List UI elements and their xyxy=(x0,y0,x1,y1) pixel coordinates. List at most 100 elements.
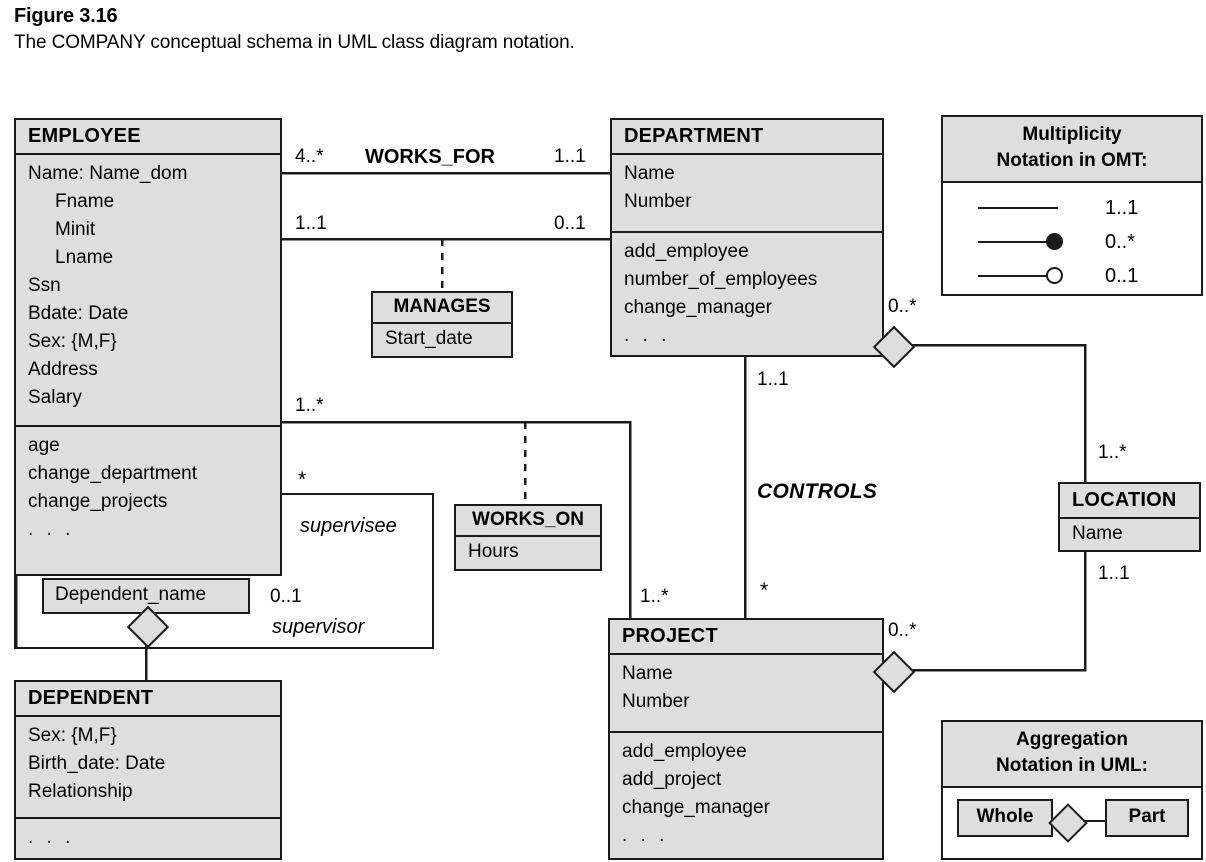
legend-multiplicity-title-line2: Notation in OMT: xyxy=(996,150,1148,171)
multiplicity-supervision-supervisee: * xyxy=(298,468,307,491)
class-dependent-title: DEPENDENT xyxy=(16,682,280,717)
legend-row-label: 0..* xyxy=(1105,230,1136,253)
legend-part-label: Part xyxy=(1128,806,1166,827)
association-class-works-on-attribute: Hours xyxy=(468,541,519,562)
association-class-manages-attribute: Start_date xyxy=(385,328,473,349)
attribute: Bdate: Date xyxy=(28,303,129,324)
legend-aggregation-connector xyxy=(1083,820,1107,822)
legend-aggregation-title: Aggregation Notation in UML: xyxy=(943,722,1201,788)
class-dependent[interactable]: DEPENDENT Sex: {M,F} Birth_date: Date Re… xyxy=(14,680,282,860)
legend-whole-label: Whole xyxy=(976,806,1034,827)
operation: age xyxy=(28,435,60,456)
class-location-attributes: Name xyxy=(1060,519,1199,550)
class-dependent-attributes: Sex: {M,F} Birth_date: Date Relationship xyxy=(16,717,280,817)
multiplicity-works-on-employee: 1..* xyxy=(295,395,324,416)
operation: change_manager xyxy=(624,297,772,318)
operation: change_manager xyxy=(622,797,770,818)
operation: number_of_employees xyxy=(624,269,818,290)
legend-multiplicity-notation: Multiplicity Notation in OMT: 1..1 0..* xyxy=(941,115,1203,296)
class-employee-title: EMPLOYEE xyxy=(16,120,280,155)
legend-row-label: 1..1 xyxy=(1105,196,1139,219)
attribute: Relationship xyxy=(28,781,133,802)
multiplicity-works-for-department: 1..1 xyxy=(554,146,586,167)
attribute: Name xyxy=(624,163,675,184)
attribute: Address xyxy=(28,359,98,380)
association-class-manages-title: MANAGES xyxy=(373,293,511,324)
attribute: Sex: {M,F} xyxy=(28,725,117,746)
attribute-box-label: Dependent_name xyxy=(55,584,207,605)
class-department-attributes: Name Number xyxy=(612,155,882,231)
class-department-operations: add_employee number_of_employees change_… xyxy=(612,231,882,357)
class-location[interactable]: LOCATION Name xyxy=(1058,482,1201,552)
association-class-works-on[interactable]: WORKS_ON Hours xyxy=(454,504,602,571)
operation: . . . xyxy=(622,825,669,846)
class-project-attributes: Name Number xyxy=(610,655,882,731)
operation: . . . xyxy=(624,325,671,346)
class-project-operations: add_employee add_project change_manager … xyxy=(610,731,882,857)
multiplicity-controls-department: 1..1 xyxy=(757,369,789,390)
operation: . . . xyxy=(28,827,75,848)
operation: change_projects xyxy=(28,491,168,512)
figure-canvas: Figure 3.16 The COMPANY conceptual schem… xyxy=(0,0,1206,862)
operation: change_department xyxy=(28,463,198,484)
operation: add_employee xyxy=(624,241,749,262)
legend-aggregation-notation: Aggregation Notation in UML: Whole Part xyxy=(941,720,1203,860)
multiplicity-department-location-location: 1..* xyxy=(1098,442,1127,463)
operation: add_employee xyxy=(622,741,747,762)
multiplicity-department-location-department: 0..* xyxy=(888,296,917,317)
multiplicity-manages-employee: 1..1 xyxy=(295,213,327,234)
legend-row: 0..* xyxy=(943,225,1201,259)
class-employee-operations: age change_department change_projects . … xyxy=(16,425,280,551)
attribute: Number xyxy=(622,691,690,712)
class-employee[interactable]: EMPLOYEE Name: Name_dom Fname Minit Lnam… xyxy=(14,118,282,576)
association-class-works-on-title: WORKS_ON xyxy=(456,506,600,537)
association-name-controls: CONTROLS xyxy=(757,480,878,503)
class-project[interactable]: PROJECT Name Number add_employee add_pro… xyxy=(608,618,884,860)
legend-aggregation-title-line2: Notation in UML: xyxy=(996,755,1148,776)
legend-multiplicity-title-line1: Multiplicity xyxy=(1022,124,1122,145)
legend-multiplicity-title: Multiplicity Notation in OMT: xyxy=(943,117,1201,183)
class-employee-attributes: Name: Name_dom Fname Minit Lname Ssn Bda… xyxy=(16,155,280,425)
class-department[interactable]: DEPARTMENT Name Number add_employee numb… xyxy=(610,118,884,357)
attribute: Number xyxy=(624,191,692,212)
attribute: Salary xyxy=(28,387,82,408)
role-name-supervisor: supervisor xyxy=(272,616,365,638)
plain-line-icon xyxy=(978,197,1083,219)
attribute: Lname xyxy=(55,247,114,268)
legend-aggregation-body: Whole Part xyxy=(943,788,1201,848)
attribute: Birth_date: Date xyxy=(28,753,166,774)
legend-row: 0..1 xyxy=(943,259,1201,293)
legend-aggregation-title-line1: Aggregation xyxy=(1016,729,1128,750)
attribute: Name: Name_dom xyxy=(28,163,188,184)
multiplicity-supervision-supervisor: 0..1 xyxy=(270,586,302,607)
aggregation-diamond-icon xyxy=(1048,803,1088,843)
line-department-location xyxy=(906,343,1087,482)
legend-whole-box: Whole xyxy=(957,799,1053,837)
class-location-title: LOCATION xyxy=(1060,484,1199,519)
role-name-supervisee: supervisee xyxy=(300,515,397,537)
attribute: Name xyxy=(622,663,673,684)
operation: add_project xyxy=(622,769,722,790)
class-project-title: PROJECT xyxy=(610,620,882,655)
legend-row-label: 0..1 xyxy=(1105,264,1139,287)
open-circle-line-icon xyxy=(978,265,1083,287)
legend-part-box: Part xyxy=(1105,799,1189,837)
multiplicity-project-location-location: 1..1 xyxy=(1098,563,1130,584)
attribute: Ssn xyxy=(28,275,61,296)
multiplicity-works-on-project: 1..* xyxy=(640,586,669,607)
attribute: Minit xyxy=(55,219,96,240)
multiplicity-project-location-project: 0..* xyxy=(888,620,917,641)
attribute: Fname xyxy=(55,191,115,212)
filled-circle-line-icon xyxy=(978,231,1083,253)
association-name-works-for: WORKS_FOR xyxy=(365,146,495,168)
line-location-project xyxy=(906,552,1087,672)
association-class-manages[interactable]: MANAGES Start_date xyxy=(371,291,513,358)
class-dependent-operations: . . . xyxy=(16,817,280,859)
attribute: Name xyxy=(1072,523,1123,544)
operation: . . . xyxy=(28,519,75,540)
legend-multiplicity-body: 1..1 0..* 0..1 xyxy=(943,183,1201,293)
multiplicity-works-for-employee: 4..* xyxy=(295,146,324,167)
multiplicity-manages-department: 0..1 xyxy=(554,213,586,234)
class-department-title: DEPARTMENT xyxy=(612,120,882,155)
legend-row: 1..1 xyxy=(943,191,1201,225)
